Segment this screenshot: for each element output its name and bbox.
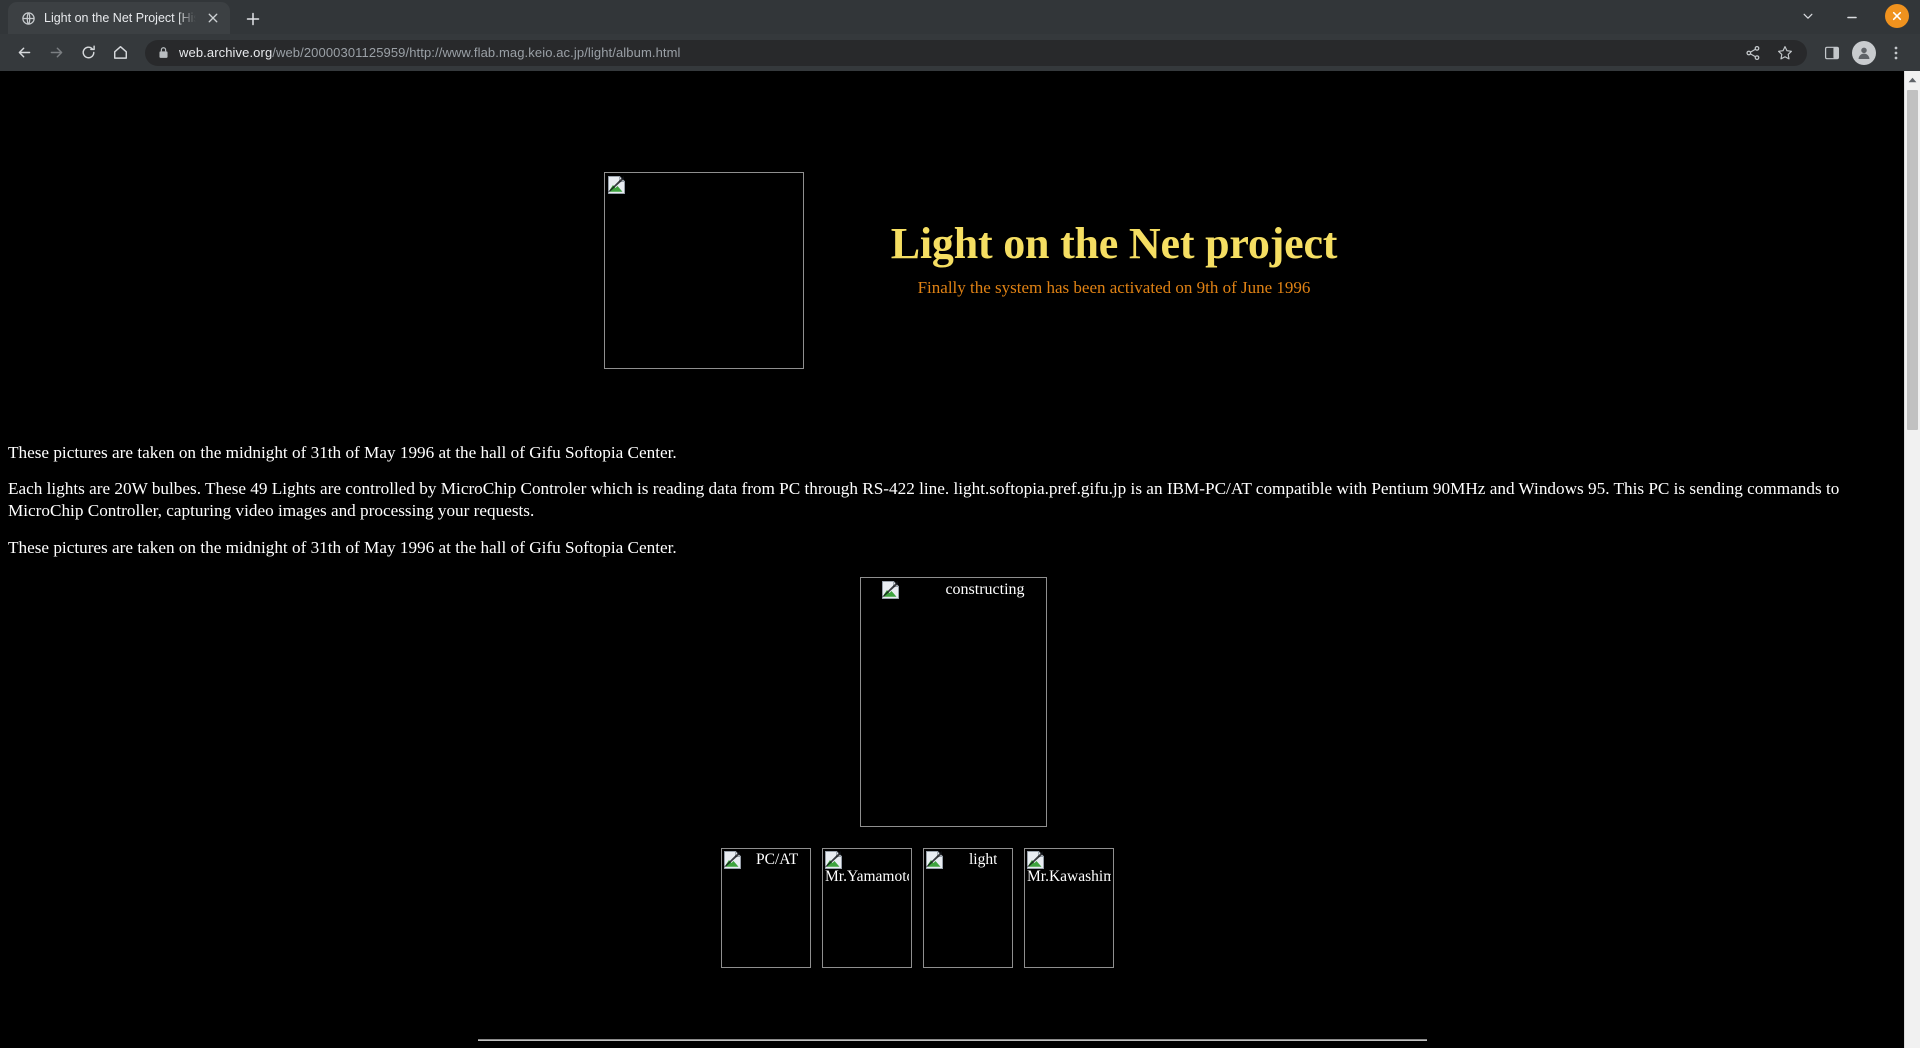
thumbnail-mr-yamamoto[interactable]: Mr.Yamamoto <box>822 848 912 968</box>
new-tab-button[interactable] <box>236 4 270 34</box>
browser-toolbar: web.archive.org/web/20000301125959/http:… <box>0 34 1920 71</box>
page-title: Light on the Net project <box>890 219 1338 268</box>
back-button[interactable] <box>9 38 39 68</box>
reload-button[interactable] <box>73 38 103 68</box>
three-dot-menu-button[interactable] <box>1881 38 1911 68</box>
paragraph-3: These pictures are taken on the midnight… <box>8 538 677 557</box>
horizontal-rule-top <box>478 1039 1427 1041</box>
page-subtitle: Finally the system has been activated on… <box>917 278 1311 298</box>
lock-icon <box>158 46 170 59</box>
alt-text-row: PC/AT <box>724 850 808 869</box>
minimize-button[interactable] <box>1830 0 1874 32</box>
tab-close-icon[interactable] <box>204 9 222 27</box>
close-icon <box>1885 4 1909 28</box>
scroll-up-arrow-icon[interactable] <box>1905 71 1920 88</box>
header-text-block: Light on the Net project Finally the sys… <box>804 219 1424 298</box>
browser-window: Light on the Net Project [Histo web.arch… <box>0 0 1920 1048</box>
paragraph-2: Each lights are 20W bulbes. These 49 Lig… <box>8 479 1840 520</box>
alt-text-label: light <box>969 851 998 868</box>
alt-text-row: light <box>926 850 1010 869</box>
tab-search-button[interactable] <box>1786 0 1830 32</box>
alt-text-row: constructing <box>864 580 1043 599</box>
address-bar[interactable]: web.archive.org/web/20000301125959/http:… <box>145 39 1807 66</box>
scrollbar-thumb[interactable] <box>1907 90 1918 430</box>
web-page-content: Light on the Net project Finally the sys… <box>0 71 1904 1048</box>
broken-image-icon <box>926 850 944 869</box>
page-viewport: Light on the Net project Finally the sys… <box>0 71 1920 1048</box>
thumbnail-row: PC/AT Mr.Yamamoto light Mr.Kawashim <box>721 848 1125 968</box>
alt-text-row: Mr.Kawashim <box>1027 850 1111 885</box>
profile-button[interactable] <box>1849 38 1879 68</box>
share-icon[interactable] <box>1744 44 1762 62</box>
broken-image-icon <box>882 580 901 599</box>
alt-text-row: Mr.Yamamoto <box>825 850 909 885</box>
tab-strip: Light on the Net Project [Histo <box>0 0 1920 34</box>
url-domain: web.archive.org <box>179 45 273 60</box>
star-icon[interactable] <box>1776 44 1794 62</box>
page-scrollbar[interactable] <box>1904 71 1920 1048</box>
tab-light-on-the-net-project[interactable]: Light on the Net Project [Histo <box>8 2 230 34</box>
broken-image-icon <box>724 850 742 869</box>
alt-text-label: Mr.Kawashim <box>1027 868 1111 885</box>
hero-image-placeholder[interactable] <box>604 172 804 369</box>
broken-image-icon <box>608 175 626 194</box>
alt-text-label: PC/AT <box>756 851 799 868</box>
paragraph-1: These pictures are taken on the midnight… <box>8 443 677 462</box>
omnibox-actions <box>1744 44 1797 62</box>
tab-title: Light on the Net Project [Histo <box>44 11 196 25</box>
thumbnail-light[interactable]: light <box>923 848 1013 968</box>
constructing-image-placeholder[interactable]: constructing <box>860 577 1047 827</box>
side-panel-button[interactable] <box>1817 38 1847 68</box>
url-text: web.archive.org/web/20000301125959/http:… <box>179 45 1735 60</box>
url-path: /web/20000301125959/http://www.flab.mag.… <box>272 45 681 60</box>
thumbnail-mr-kawashima[interactable]: Mr.Kawashim <box>1024 848 1114 968</box>
alt-text-label: Mr.Yamamoto <box>825 868 909 885</box>
broken-image-icon <box>1027 850 1045 869</box>
thumbnail-pc-at[interactable]: PC/AT <box>721 848 811 968</box>
close-window-button[interactable] <box>1874 0 1920 32</box>
forward-button[interactable] <box>41 38 71 68</box>
home-button[interactable] <box>105 38 135 68</box>
broken-image-icon <box>825 850 843 869</box>
window-controls <box>1786 0 1920 32</box>
avatar-icon <box>1852 40 1876 65</box>
alt-text-label: constructing <box>945 581 1025 598</box>
globe-icon <box>20 10 36 26</box>
